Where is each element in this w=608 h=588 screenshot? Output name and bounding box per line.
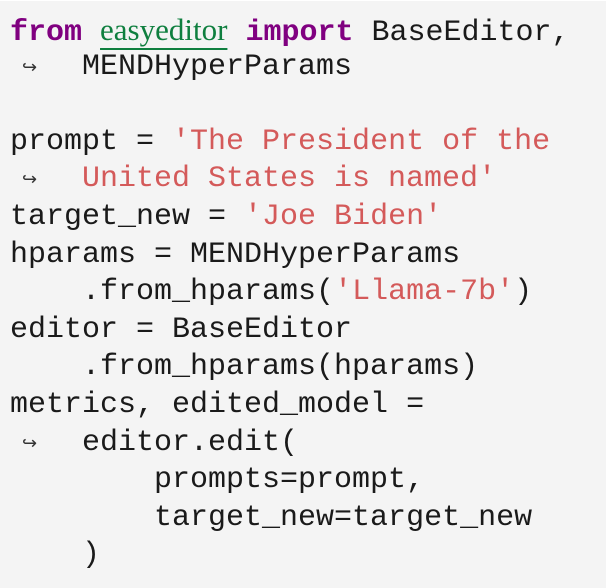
line-continuation-icon: ↪: [22, 169, 38, 191]
code-token: BaseEditor,: [353, 16, 570, 50]
string-token: United States is named': [82, 162, 497, 197]
code-token: prompts=prompt,: [10, 463, 425, 498]
code-line: from easyeditor import BaseEditor,: [10, 11, 606, 50]
code-block: from easyeditor import BaseEditor, ↪ MENDH…: [0, 1, 606, 588]
code-token: hparams = MENDHyperParams: [10, 237, 461, 272]
code-token: .from_hparams(: [10, 275, 335, 310]
code-line: editor = BaseEditor: [10, 312, 606, 350]
code-line: hparams = MENDHyperParams: [10, 237, 606, 275]
code-token: editor.edit(: [82, 425, 299, 460]
string-token: 'The President of the: [172, 124, 551, 159]
code-line: target_new=target_new: [10, 500, 606, 538]
code-line: prompt = 'The President of the: [10, 124, 606, 162]
keyword-token: from: [10, 16, 83, 50]
code-token: ): [10, 538, 101, 573]
code-line: .from_hparams(hparams): [10, 349, 606, 387]
code-token: editor = BaseEditor: [10, 312, 353, 347]
code-line: prompts=prompt,: [10, 462, 606, 500]
module-name-token: easyeditor: [100, 12, 228, 47]
code-token: ): [514, 275, 533, 310]
code-token: target_new=target_new: [10, 500, 533, 535]
code-token: .from_hparams(hparams): [10, 350, 479, 385]
code-line-continuation: ↪ MENDHyperParams: [10, 49, 606, 87]
code-line: ): [10, 537, 606, 575]
code-token: metrics, edited_model =: [10, 387, 425, 422]
line-continuation-icon: ↪: [22, 432, 38, 454]
code-token: MENDHyperParams: [82, 49, 353, 84]
line-continuation-icon: ↪: [22, 56, 38, 78]
code-lines: from easyeditor import BaseEditor, ↪ MENDH…: [10, 11, 606, 575]
code-token: target_new =: [10, 199, 245, 234]
code-line: .from_hparams('Llama-7b'): [10, 274, 606, 312]
code-line-continuation: ↪ editor.edit(: [10, 425, 606, 463]
code-line-continuation: ↪ United States is named': [10, 161, 606, 199]
code-line: metrics, edited_model =: [10, 387, 606, 425]
string-token: 'Joe Biden': [244, 199, 443, 234]
keyword-token: import: [245, 16, 354, 50]
code-line: target_new = 'Joe Biden': [10, 199, 606, 237]
code-token: prompt =: [10, 124, 173, 159]
string-token: 'Llama-7b': [334, 275, 515, 310]
